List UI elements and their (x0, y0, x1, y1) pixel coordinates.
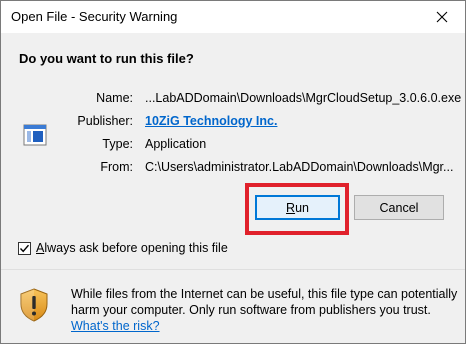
shield-warning-icon (20, 288, 48, 322)
always-ask-option[interactable]: Always ask before opening this file (18, 241, 228, 255)
title-bar[interactable]: Open File - Security Warning (1, 1, 465, 33)
publisher-link[interactable]: 10ZiG Technology Inc. (145, 114, 277, 128)
close-button[interactable] (419, 1, 465, 33)
always-ask-checkbox[interactable] (18, 241, 31, 255)
run-button[interactable]: Run (255, 195, 340, 220)
type-label: Type: (102, 137, 133, 151)
question-heading: Do you want to run this file? (19, 51, 194, 66)
warning-message: While files from the Internet can be use… (71, 286, 461, 334)
close-icon (436, 11, 448, 23)
from-value: C:\Users\administrator.LabADDomain\Downl… (145, 160, 454, 174)
always-ask-label-accel: A (36, 241, 45, 255)
always-ask-label-rest: lways ask before opening this file (44, 241, 228, 255)
checkmark-icon (19, 244, 30, 252)
cancel-button[interactable]: Cancel (354, 195, 444, 220)
warning-text: While files from the Internet can be use… (71, 287, 458, 317)
run-label-accel: R (286, 200, 296, 215)
from-label: From: (100, 160, 133, 174)
security-warning-dialog: Open File - Security Warning Do you want… (0, 0, 466, 344)
window-title: Open File - Security Warning (11, 9, 178, 24)
warning-footer: While files from the Internet can be use… (1, 270, 465, 343)
publisher-label: Publisher: (77, 114, 133, 128)
dialog-content: Do you want to run this file? Name: ...L… (1, 33, 465, 269)
whats-the-risk-link[interactable]: What's the risk? (71, 319, 160, 333)
type-value: Application (145, 137, 207, 151)
name-value: ...LabADDomain\Downloads\MgrCloudSetup_3… (145, 91, 462, 105)
run-label-rest: un (295, 200, 309, 215)
name-label: Name: (96, 91, 133, 105)
